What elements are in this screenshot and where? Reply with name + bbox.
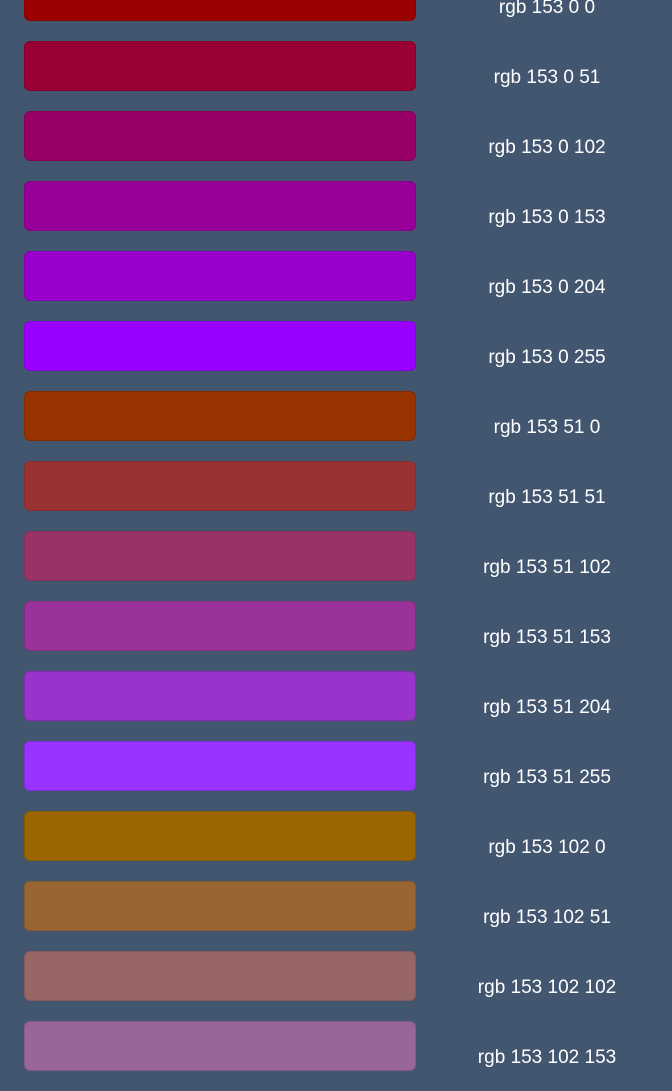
color-swatch (24, 1021, 416, 1071)
color-swatch (24, 601, 416, 651)
color-label: rgb 153 0 204 (488, 277, 606, 298)
swatch-row: rgb 153 0 0 (0, 0, 672, 41)
color-swatch (24, 951, 416, 1001)
color-swatch (24, 811, 416, 861)
color-label: rgb 153 0 255 (488, 347, 606, 368)
color-label: rgb 153 51 102 (483, 557, 611, 578)
color-swatch (24, 111, 416, 161)
color-swatch (24, 531, 416, 581)
color-label: rgb 153 102 0 (488, 837, 606, 858)
color-label: rgb 153 51 51 (488, 487, 606, 508)
color-swatch (24, 741, 416, 791)
color-label: rgb 153 102 51 (483, 907, 611, 928)
color-swatch (24, 321, 416, 371)
swatch-row: rgb 153 51 102 (0, 531, 672, 601)
color-label: rgb 153 0 153 (488, 207, 606, 228)
color-swatch (24, 881, 416, 931)
swatch-row: rgb 153 51 255 (0, 741, 672, 811)
color-swatch (24, 181, 416, 231)
color-swatch (24, 461, 416, 511)
color-label: rgb 153 51 0 (493, 417, 601, 438)
color-swatch (24, 41, 416, 91)
swatch-row: rgb 153 51 153 (0, 601, 672, 671)
swatch-row: rgb 153 0 204 (0, 251, 672, 321)
swatch-row: rgb 153 51 0 (0, 391, 672, 461)
swatch-row: rgb 153 102 102 (0, 951, 672, 1021)
color-label: rgb 153 102 102 (477, 977, 617, 998)
swatch-row: rgb 153 102 51 (0, 881, 672, 951)
color-label: rgb 153 51 153 (483, 627, 611, 648)
color-label: rgb 153 102 153 (477, 1047, 617, 1068)
swatch-row: rgb 153 0 153 (0, 181, 672, 251)
color-swatch (24, 391, 416, 441)
color-label: rgb 153 0 102 (488, 137, 606, 158)
swatch-row: rgb 153 0 102 (0, 111, 672, 181)
swatch-row: rgb 153 0 51 (0, 41, 672, 111)
swatch-row: rgb 153 51 51 (0, 461, 672, 531)
swatch-row: rgb 153 0 255 (0, 321, 672, 391)
color-swatch (24, 251, 416, 301)
color-swatch (24, 671, 416, 721)
color-swatch (24, 0, 416, 21)
color-label: rgb 153 51 255 (483, 767, 611, 788)
swatch-row: rgb 153 102 0 (0, 811, 672, 881)
color-label: rgb 153 0 0 (498, 0, 596, 18)
swatch-row: rgb 153 51 204 (0, 671, 672, 741)
swatch-list: rgb 153 0 0 rgb 153 0 51 rgb 153 0 102 rgb … (0, 0, 672, 1091)
swatch-row: rgb 153 102 153 (0, 1021, 672, 1091)
color-label: rgb 153 51 204 (483, 697, 611, 718)
color-label: rgb 153 0 51 (493, 67, 601, 88)
